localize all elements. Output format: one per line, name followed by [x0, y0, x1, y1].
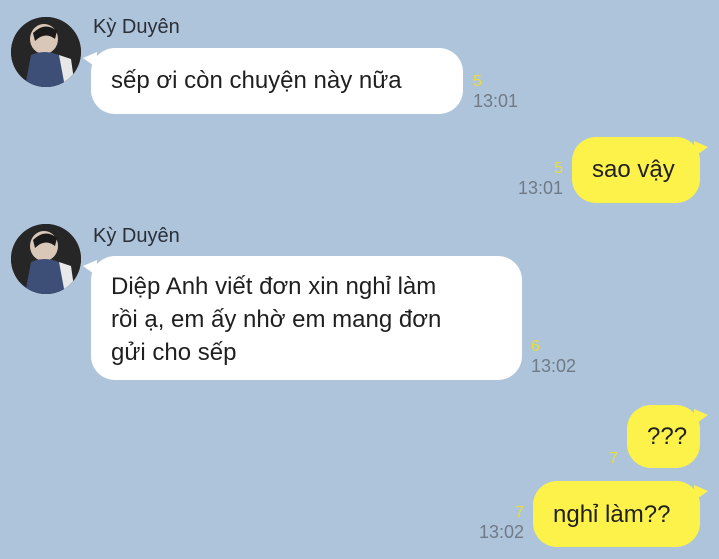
message-text: ??? — [647, 423, 688, 450]
message-text: nghỉ làm?? — [553, 501, 671, 528]
outgoing-message-bubble[interactable]: ??? — [627, 405, 708, 468]
message-text: sao vậy — [592, 156, 675, 183]
read-count: 5 — [473, 73, 482, 90]
message-meta: 5 13:01 — [505, 160, 563, 199]
read-count: 7 — [609, 450, 618, 467]
read-count: 6 — [531, 338, 540, 355]
avatar-photo-icon — [11, 224, 81, 294]
incoming-message-bubble[interactable]: Diệp Anh viết đơn xin nghỉ làm rồi ạ, em… — [83, 256, 522, 380]
message-meta: 7 13:02 — [466, 504, 524, 543]
message-time: 13:01 — [517, 178, 563, 198]
message-time: 13:02 — [478, 522, 524, 542]
read-count: 5 — [554, 160, 563, 177]
message-time: 13:02 — [531, 356, 577, 376]
incoming-message-bubble[interactable]: sếp ơi còn chuyện này nữa — [83, 48, 463, 114]
avatar-photo-icon — [11, 17, 81, 87]
message-text: sếp ơi còn chuyện này nữa — [111, 67, 402, 94]
sender-name: Kỳ Duyên — [93, 16, 180, 38]
message-meta: 6 13:02 — [531, 338, 576, 377]
outgoing-message-bubble[interactable]: sao vậy — [572, 137, 708, 203]
message-text-line: gửi cho sếp — [111, 339, 237, 366]
outgoing-message-bubble[interactable]: nghỉ làm?? — [533, 481, 708, 547]
message-meta: 5 13:01 — [473, 73, 518, 112]
contact-avatar[interactable] — [11, 224, 81, 294]
message-meta: 7 — [590, 450, 618, 468]
message-time: 13:01 — [473, 91, 519, 111]
message-text-line: rồi ạ, em ấy nhờ em mang đơn — [111, 306, 442, 333]
contact-avatar[interactable] — [11, 17, 81, 87]
message-text-line: Diệp Anh viết đơn xin nghỉ làm — [111, 273, 437, 300]
sender-name: Kỳ Duyên — [93, 225, 180, 247]
read-count: 7 — [515, 504, 524, 521]
